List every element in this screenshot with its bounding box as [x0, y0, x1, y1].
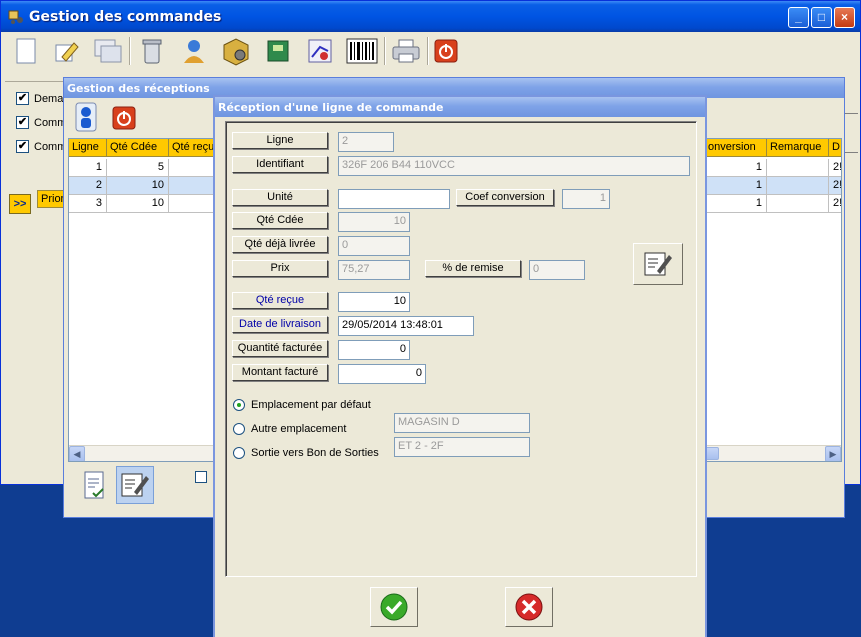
radio-sortie-bon[interactable]	[233, 447, 245, 459]
receptions-window-title: Gestion des réceptions	[67, 82, 210, 95]
remise-label: % de remise	[425, 260, 521, 277]
identifiant-field[interactable]: 326F 206 B44 110VCC	[338, 156, 690, 176]
checkbox-label: Comm	[34, 141, 67, 153]
ligne-label: Ligne	[232, 132, 328, 149]
toolbar-separator	[129, 37, 131, 65]
date-livraison-field[interactable]: 29/05/2014 13:48:01	[338, 316, 474, 336]
cell-remarque[interactable]	[767, 177, 829, 195]
radio-autre-emplacement[interactable]	[233, 423, 245, 435]
cancel-button[interactable]	[505, 587, 553, 627]
qte-recue-label: Qté reçue	[232, 292, 328, 309]
radio-label: Sortie vers Bon de Sorties	[251, 447, 379, 459]
reception-dialog: Réception d'une ligne de commande Ligne …	[213, 95, 707, 637]
cell-remarque[interactable]	[767, 159, 829, 177]
identifiant-label: Identifiant	[232, 156, 328, 173]
radio-label: Autre emplacement	[251, 423, 347, 435]
grid-header-qte-cdee[interactable]: Qté Cdée	[107, 139, 169, 157]
document-check-icon[interactable]	[82, 469, 108, 503]
book-icon[interactable]	[261, 34, 295, 68]
cell-ligne[interactable]: 1	[69, 159, 107, 177]
radio-emplacement-defaut[interactable]	[233, 399, 245, 411]
power-icon[interactable]	[110, 104, 138, 132]
checkbox[interactable]	[195, 471, 207, 483]
cell-conversion[interactable]: 1	[705, 177, 767, 195]
expand-button[interactable]: >>	[9, 194, 31, 214]
check-icon	[380, 593, 408, 621]
ligne-field[interactable]: 2	[338, 132, 394, 152]
app-icon	[8, 10, 23, 24]
cell-d[interactable]: 2!	[829, 195, 841, 213]
cell-qte-cdee[interactable]: 5	[107, 159, 169, 177]
ok-button[interactable]	[370, 587, 418, 627]
main-grid-edge	[845, 113, 858, 153]
prix-label: Prix	[232, 260, 328, 277]
cell-qte-cdee[interactable]: 10	[107, 195, 169, 213]
grid-header-conversion[interactable]: onversion	[705, 139, 767, 157]
windows-icon[interactable]	[91, 34, 125, 68]
montant-facture-label: Montant facturé	[232, 364, 328, 381]
dialog-title-bar[interactable]: Réception d'une ligne de commande	[215, 97, 705, 117]
grid-header-d[interactable]: D	[829, 139, 841, 157]
main-toolbar	[5, 33, 859, 69]
qte-recue-field[interactable]: 10	[338, 292, 410, 312]
main-window-title: Gestion des commandes	[29, 9, 222, 25]
scroll-right-icon[interactable]: ▶	[825, 446, 841, 461]
cell-remarque[interactable]	[767, 195, 829, 213]
cancel-icon	[515, 593, 543, 621]
unite-field[interactable]	[338, 189, 450, 209]
unite-label: Unité	[232, 189, 328, 206]
edit-eraser-icon[interactable]	[49, 34, 83, 68]
date-livraison-label: Date de livraison	[232, 316, 328, 333]
remise-field[interactable]: 0	[529, 260, 585, 280]
qte-deja-livree-label: Qté déjà livrée	[232, 236, 328, 253]
close-button[interactable]: ×	[834, 7, 855, 28]
coef-conversion-field[interactable]: 1	[562, 189, 610, 209]
montant-facture-field[interactable]: 0	[338, 364, 426, 384]
cell-d[interactable]: 2!	[829, 159, 841, 177]
main-title-bar[interactable]: Gestion des commandes _ □ ×	[1, 1, 860, 32]
grid-header-ligne[interactable]: Ligne	[69, 139, 107, 157]
checkbox-comm-2[interactable]: ✔	[16, 140, 29, 153]
edit-form-button[interactable]	[633, 243, 683, 285]
qte-deja-livree-field[interactable]: 0	[338, 236, 410, 256]
chart-icon[interactable]	[303, 34, 337, 68]
new-document-icon[interactable]	[9, 34, 43, 68]
cell-ligne[interactable]: 2	[69, 177, 107, 195]
toolbar-separator	[384, 37, 386, 65]
qte-cdee-label: Qté Cdée	[232, 212, 328, 229]
box-settings-icon[interactable]	[219, 34, 253, 68]
checkbox-comm-1[interactable]: ✔	[16, 116, 29, 129]
edit-form-icon	[644, 252, 672, 276]
quantite-facturee-label: Quantité facturée	[232, 340, 328, 357]
cell-d[interactable]: 2!	[829, 177, 841, 195]
quantite-facturee-field[interactable]: 0	[338, 340, 410, 360]
sous-emplacement-field[interactable]: ET 2 - 2F	[394, 437, 530, 457]
coef-conversion-label: Coef conversion	[456, 189, 554, 206]
edit-form-icon[interactable]	[116, 466, 154, 504]
maximize-button[interactable]: □	[811, 7, 832, 28]
scroll-left-icon[interactable]: ◀	[69, 446, 85, 461]
cell-conversion[interactable]: 1	[705, 195, 767, 213]
user-transfer-icon[interactable]	[177, 34, 211, 68]
cell-qte-cdee[interactable]: 10	[107, 177, 169, 195]
trash-can-icon[interactable]	[135, 34, 169, 68]
dialog-title: Réception d'une ligne de commande	[218, 101, 444, 114]
cell-ligne[interactable]: 3	[69, 195, 107, 213]
prix-field[interactable]: 75,27	[338, 260, 410, 280]
power-icon[interactable]	[429, 34, 463, 68]
checkbox-label: Comm	[34, 117, 67, 129]
grid-header-remarque[interactable]: Remarque	[767, 139, 829, 157]
cell-conversion[interactable]: 1	[705, 159, 767, 177]
radio-label: Emplacement par défaut	[251, 399, 371, 411]
emplacement-field[interactable]: MAGASIN D	[394, 413, 530, 433]
printer-icon[interactable]	[389, 34, 423, 68]
minimize-button[interactable]: _	[788, 7, 809, 28]
checkbox-demar[interactable]: ✔	[16, 92, 29, 105]
user-info-icon[interactable]	[70, 100, 102, 134]
barcode-icon[interactable]	[345, 34, 379, 68]
qte-cdee-field[interactable]: 10	[338, 212, 410, 232]
